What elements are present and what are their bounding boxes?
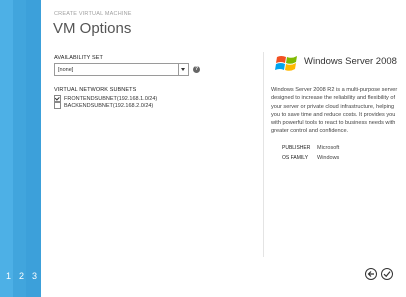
step-3[interactable]: 3: [28, 271, 41, 281]
rail-band: [13, 0, 26, 297]
complete-button[interactable]: [381, 268, 393, 280]
subnet-checkbox[interactable]: [54, 95, 61, 102]
subnet-option[interactable]: FRONTENDSUBNET(192.168.1.0/24): [54, 95, 157, 102]
subnet-checkbox[interactable]: [54, 102, 61, 109]
os-family-label: OS FAMILY: [282, 155, 309, 161]
wizard-subtitle: CREATE VIRTUAL MACHINE: [54, 11, 132, 17]
checkmark-icon: [383, 271, 391, 278]
subnet-option[interactable]: BACKENDSUBNET(192.168.2.0/24): [54, 102, 153, 109]
os-family-value: Windows: [317, 155, 340, 161]
image-name: Windows Server 2008 R2 SP1: [304, 56, 400, 67]
step-1[interactable]: 1: [2, 271, 15, 281]
help-circle-icon[interactable]: ?: [193, 66, 200, 73]
subnets-label: VIRTUAL NETWORK SUBNETS: [54, 87, 137, 93]
availability-set-dropdown[interactable]: [none]: [54, 63, 189, 76]
page-title: VM Options: [53, 20, 132, 37]
publisher-value: Microsoft: [317, 145, 340, 151]
availability-set-value: [none]: [58, 67, 74, 73]
step-2[interactable]: 2: [15, 271, 28, 281]
step-indicators: 1 2 3: [2, 271, 41, 281]
panel-divider: [263, 52, 264, 257]
back-button[interactable]: [365, 268, 377, 280]
subnet-label: BACKENDSUBNET(192.168.2.0/24): [64, 102, 154, 109]
windows-logo-icon: [275, 56, 297, 71]
availability-set-label: AVAILABILITY SET: [54, 55, 103, 61]
rail-band: [0, 0, 13, 297]
chevron-down-icon[interactable]: [178, 64, 188, 75]
publisher-label: PUBLISHER: [282, 145, 311, 151]
image-description: Windows Server 2008 R2 is a multi-purpos…: [271, 87, 398, 135]
back-arrow-icon: [367, 271, 374, 277]
subnet-label: FRONTENDSUBNET(192.168.1.0/24): [64, 95, 158, 102]
wizard-step-rail: 1 2 3: [0, 0, 41, 297]
